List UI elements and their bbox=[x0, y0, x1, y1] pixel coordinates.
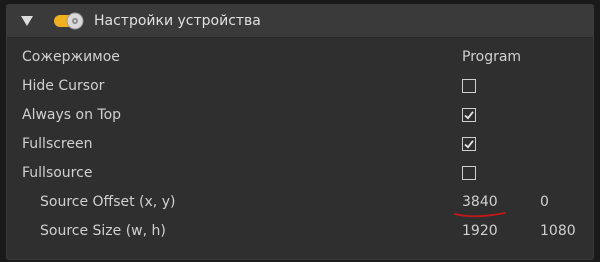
checkmark-icon bbox=[464, 111, 474, 120]
fullscreen-checkbox[interactable] bbox=[462, 137, 476, 151]
panel-title: Настройки устройства bbox=[94, 13, 261, 29]
checkmark-icon bbox=[464, 140, 474, 149]
option-label: Hide Cursor bbox=[22, 78, 105, 94]
source-offset-x-field[interactable]: 3840 bbox=[462, 194, 498, 210]
option-row-fullscreen: Fullscreen bbox=[7, 131, 593, 160]
column-label-content: Сожержимое bbox=[22, 49, 120, 65]
option-label: Fullscreen bbox=[22, 136, 93, 152]
option-row-hide-cursor: Hide Cursor bbox=[7, 73, 593, 102]
source-size-w-field[interactable]: 1920 bbox=[462, 223, 498, 239]
column-label-program: Program bbox=[462, 49, 522, 65]
red-underline-annotation bbox=[454, 212, 506, 218]
always-on-top-checkbox[interactable] bbox=[462, 108, 476, 122]
hide-cursor-checkbox[interactable] bbox=[462, 79, 476, 93]
option-label: Fullsource bbox=[22, 165, 93, 181]
source-offset-y-field[interactable]: 0 bbox=[540, 194, 549, 210]
toggle-disc-icon bbox=[54, 12, 84, 30]
column-header-row: Сожержимое Program bbox=[7, 44, 593, 73]
source-size-label: Source Size (w, h) bbox=[40, 223, 166, 239]
option-row-always-on-top: Always on Top bbox=[7, 102, 593, 131]
source-size-h-field[interactable]: 1080 bbox=[540, 223, 576, 239]
fullsource-checkbox[interactable] bbox=[462, 166, 476, 180]
triangle-down-icon[interactable] bbox=[21, 16, 33, 26]
option-label: Always on Top bbox=[22, 107, 122, 123]
panel-header[interactable]: Настройки устройства bbox=[7, 5, 593, 38]
source-size-row: Source Size (w, h) 1920 1080 bbox=[7, 218, 593, 247]
device-settings-panel: Настройки устройства Сожержимое Program … bbox=[6, 4, 594, 260]
option-row-fullsource: Fullsource bbox=[7, 160, 593, 189]
source-offset-label: Source Offset (x, y) bbox=[40, 194, 176, 210]
